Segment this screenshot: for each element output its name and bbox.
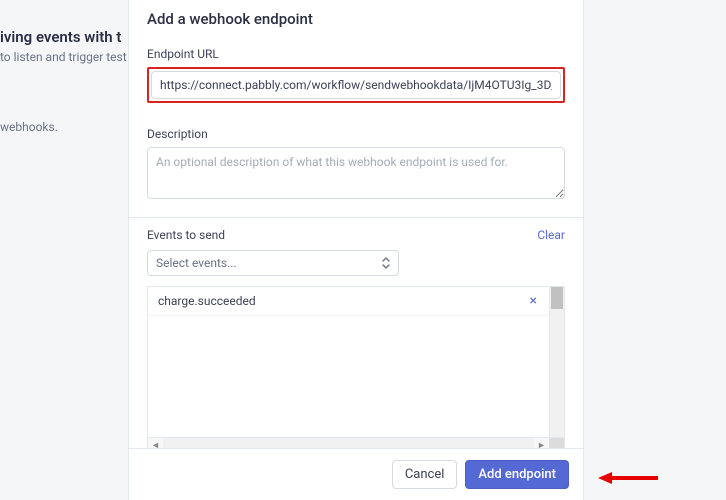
clear-events-link[interactable]: Clear: [537, 228, 565, 242]
events-header: Events to send Clear: [129, 218, 583, 250]
remove-event-icon[interactable]: ×: [528, 293, 539, 309]
modal-footer: Cancel Add endpoint: [129, 448, 583, 500]
endpoint-url-highlight-box: [147, 67, 565, 103]
horizontal-scrollbar[interactable]: ◄ ►: [147, 438, 565, 448]
description-label: Description: [147, 127, 565, 141]
events-label: Events to send: [147, 228, 225, 242]
updown-chevron-icon: [382, 257, 390, 270]
events-select-wrap: Select events...: [129, 250, 583, 286]
modal-title: Add a webhook endpoint: [129, 0, 583, 37]
scrollbar-corner: [549, 438, 564, 448]
background-webhooks-text: webhooks.: [0, 120, 58, 134]
event-item: charge.succeeded ×: [148, 287, 549, 316]
add-endpoint-button[interactable]: Add endpoint: [465, 460, 569, 489]
events-list-inner[interactable]: charge.succeeded ×: [148, 287, 549, 437]
events-select[interactable]: Select events...: [147, 250, 399, 276]
background-heading-fragment: iving events with t: [0, 28, 121, 46]
annotation-arrow-icon: [598, 470, 658, 486]
event-item-name: charge.succeeded: [158, 294, 256, 308]
cancel-button[interactable]: Cancel: [392, 460, 458, 489]
events-select-placeholder: Select events...: [156, 256, 237, 270]
horizontal-scrollbar-track[interactable]: [163, 438, 534, 448]
vertical-scrollbar[interactable]: [549, 287, 564, 437]
add-webhook-modal: Add a webhook endpoint Endpoint URL Desc…: [128, 0, 584, 500]
scroll-right-arrow-icon[interactable]: ►: [534, 440, 549, 449]
endpoint-url-label: Endpoint URL: [147, 47, 565, 61]
endpoint-url-input[interactable]: [151, 71, 561, 99]
events-list-container: charge.succeeded ×: [129, 286, 583, 438]
modal-body: Endpoint URL Description Events to send …: [129, 37, 583, 448]
scroll-left-arrow-icon[interactable]: ◄: [148, 440, 163, 449]
description-textarea[interactable]: [147, 147, 565, 199]
vertical-scrollbar-thumb[interactable]: [551, 287, 563, 309]
background-subtitle-fragment: to listen and trigger test mo: [0, 50, 147, 64]
endpoint-url-section: Endpoint URL: [129, 37, 583, 117]
description-section: Description: [129, 117, 583, 217]
events-list: charge.succeeded ×: [147, 286, 565, 438]
